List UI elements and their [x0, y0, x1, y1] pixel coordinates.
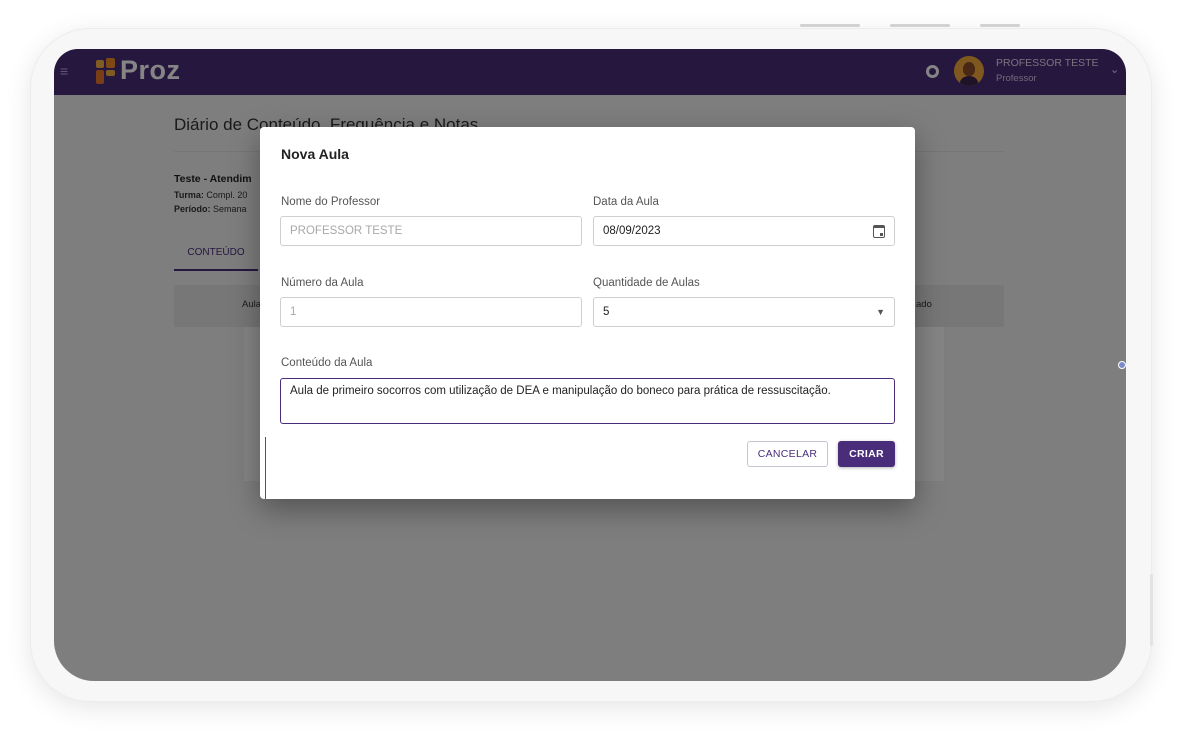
lesson-count-value: 5 — [603, 306, 610, 318]
date-value: 08/09/2023 — [603, 225, 661, 237]
lesson-number-field: 1 — [280, 297, 582, 327]
date-field[interactable]: 08/09/2023 — [593, 216, 895, 246]
lesson-number-label: Número da Aula — [281, 277, 364, 289]
divider — [265, 437, 266, 499]
lesson-count-select[interactable]: 5 ▼ — [593, 297, 895, 327]
new-lesson-dialog: Nova Aula Nome do Professor PROFESSOR TE… — [260, 127, 915, 499]
dropdown-arrow-icon[interactable]: ▼ — [876, 298, 885, 326]
teacher-label: Nome do Professor — [281, 196, 381, 208]
content-label: Conteúdo da Aula — [281, 357, 373, 369]
lesson-count-label: Quantidade de Aulas — [593, 277, 700, 289]
cancel-button[interactable]: CANCELAR — [747, 441, 828, 467]
teacher-field: PROFESSOR TESTE — [280, 216, 582, 246]
dialog-title: Nova Aula — [281, 146, 349, 162]
device-top-bars — [800, 24, 1020, 27]
device-side-handle — [1150, 574, 1153, 646]
content-textarea[interactable]: Aula de primeiro socorros com utilização… — [280, 378, 895, 424]
create-button[interactable]: CRIAR — [838, 441, 895, 467]
calendar-icon[interactable] — [873, 225, 885, 238]
date-label: Data da Aula — [593, 196, 659, 208]
scroll-indicator[interactable] — [1118, 361, 1126, 369]
